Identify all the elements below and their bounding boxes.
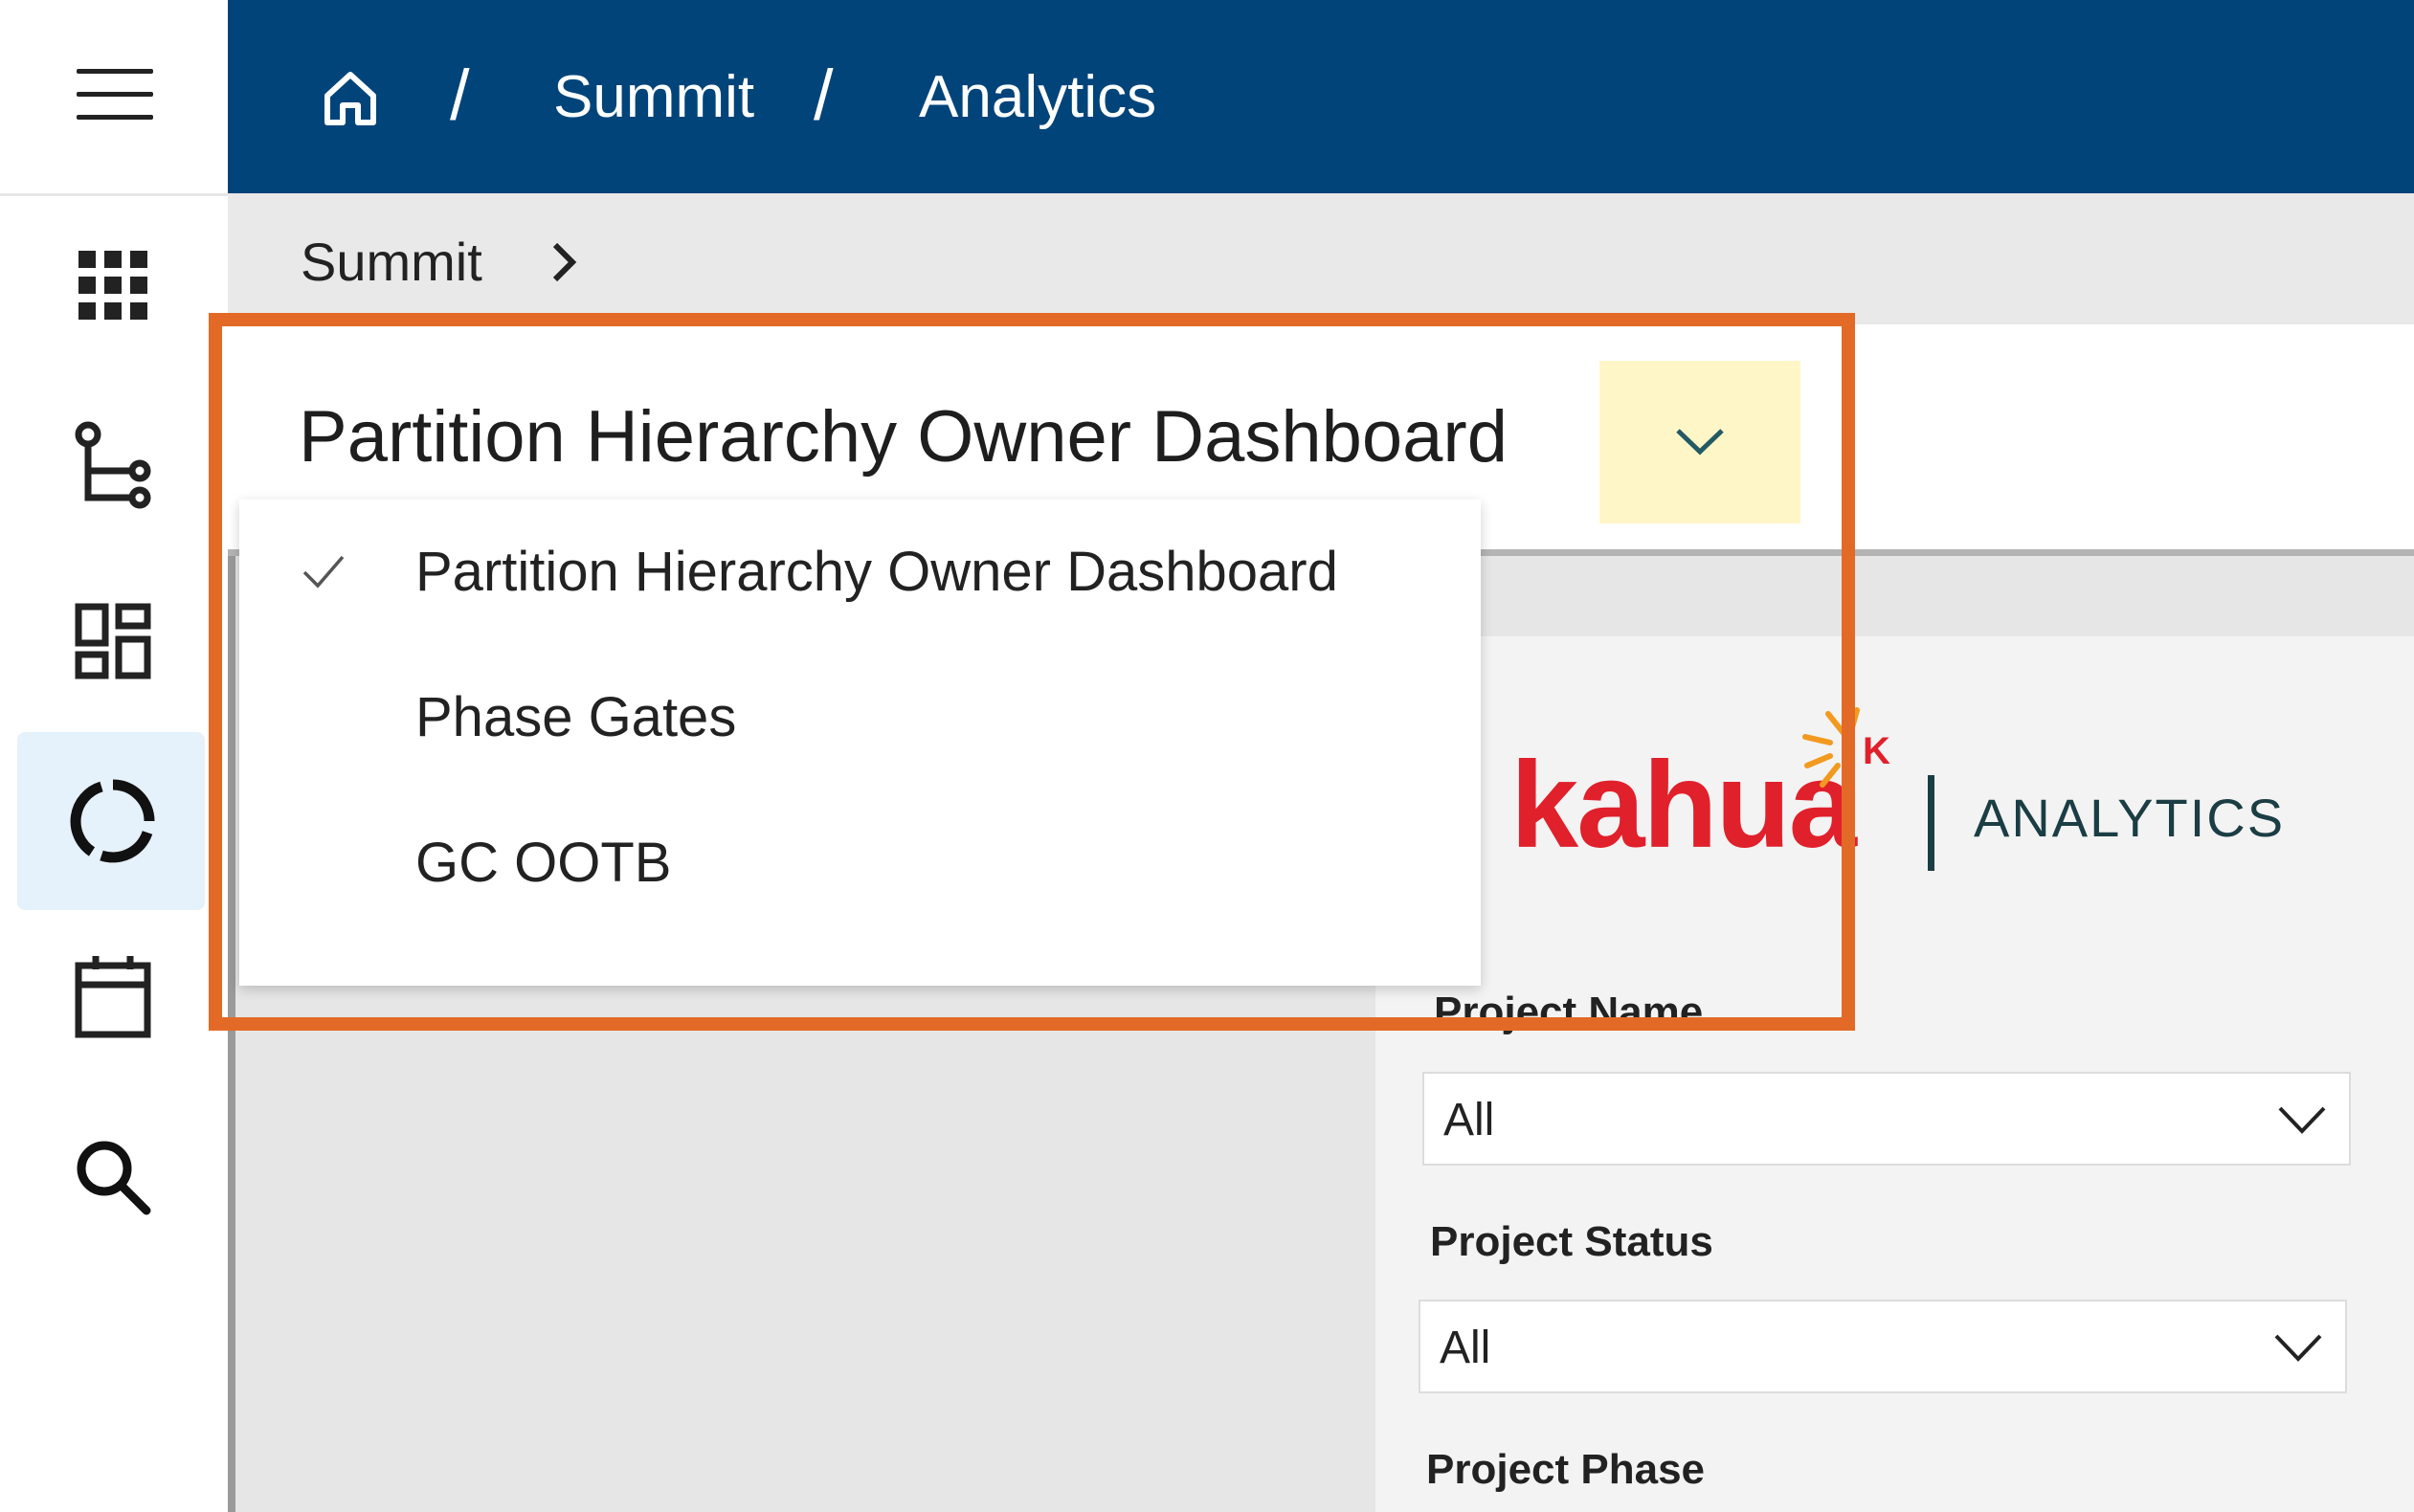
analytics-ring-icon[interactable]	[63, 771, 163, 871]
dropdown-item-label: Partition Hierarchy Owner Dashboard	[415, 541, 1338, 603]
dropdown-item-partition-hierarchy-owner-dashboard[interactable]: Partition Hierarchy Owner Dashboard	[239, 500, 1481, 643]
dashboard-dropdown-toggle[interactable]	[1599, 361, 1800, 523]
filter-label-project-name: Project Name	[1434, 989, 1704, 1035]
dropdown-item-label: Phase Gates	[415, 686, 737, 748]
checkmark-icon	[302, 555, 345, 589]
project-name-select[interactable]: All	[1422, 1072, 2351, 1166]
top-bar: / Summit / Analytics	[228, 0, 2414, 193]
left-nav-rail	[0, 0, 228, 1512]
search-icon[interactable]	[63, 1127, 163, 1227]
kahua-analytics-logo: kahua K ANALYTICS	[1510, 706, 2372, 878]
calendar-icon[interactable]	[63, 947, 163, 1047]
content-border	[228, 556, 235, 1512]
breadcrumb-separator: /	[814, 56, 834, 135]
dashboard-icon[interactable]	[63, 591, 163, 691]
breadcrumb-summit[interactable]: Summit	[553, 59, 754, 136]
project-status-select[interactable]: All	[1419, 1300, 2347, 1393]
dropdown-item-phase-gates[interactable]: Phase Gates	[239, 645, 1481, 789]
chevron-right-icon	[544, 233, 586, 291]
dashboard-dropdown-menu: Partition Hierarchy Owner Dashboard Phas…	[239, 500, 1481, 986]
sub-breadcrumb-bar: Summit	[228, 193, 2414, 324]
page-title: Partition Hierarchy Owner Dashboard	[299, 396, 1508, 478]
rail-header	[0, 0, 228, 196]
chevron-down-icon	[2278, 1106, 2326, 1134]
dropdown-item-label: GC OOTB	[415, 832, 672, 894]
chevron-down-icon	[2274, 1334, 2322, 1362]
sub-breadcrumb-summit[interactable]: Summit	[301, 230, 482, 295]
apps-grid-icon[interactable]	[63, 235, 163, 335]
dropdown-item-gc-ootb[interactable]: GC OOTB	[239, 790, 1481, 934]
chevron-down-icon	[1676, 429, 1724, 456]
breadcrumb-analytics[interactable]: Analytics	[919, 59, 1156, 136]
logo-mark: K	[1863, 730, 1890, 772]
hamburger-menu-icon[interactable]	[77, 69, 153, 122]
filter-label-project-status: Project Status	[1430, 1218, 1713, 1265]
filter-label-project-phase: Project Phase	[1426, 1446, 1706, 1493]
select-value: All	[1443, 1095, 1495, 1145]
select-value: All	[1440, 1323, 1491, 1373]
logo-product-name: ANALYTICS	[1974, 788, 2286, 848]
logo-burst-icon: K	[1802, 707, 1890, 797]
logo-divider	[1928, 775, 1934, 871]
home-icon[interactable]	[320, 67, 381, 128]
hierarchy-tree-icon[interactable]	[63, 417, 163, 517]
breadcrumb-separator: /	[450, 56, 470, 135]
